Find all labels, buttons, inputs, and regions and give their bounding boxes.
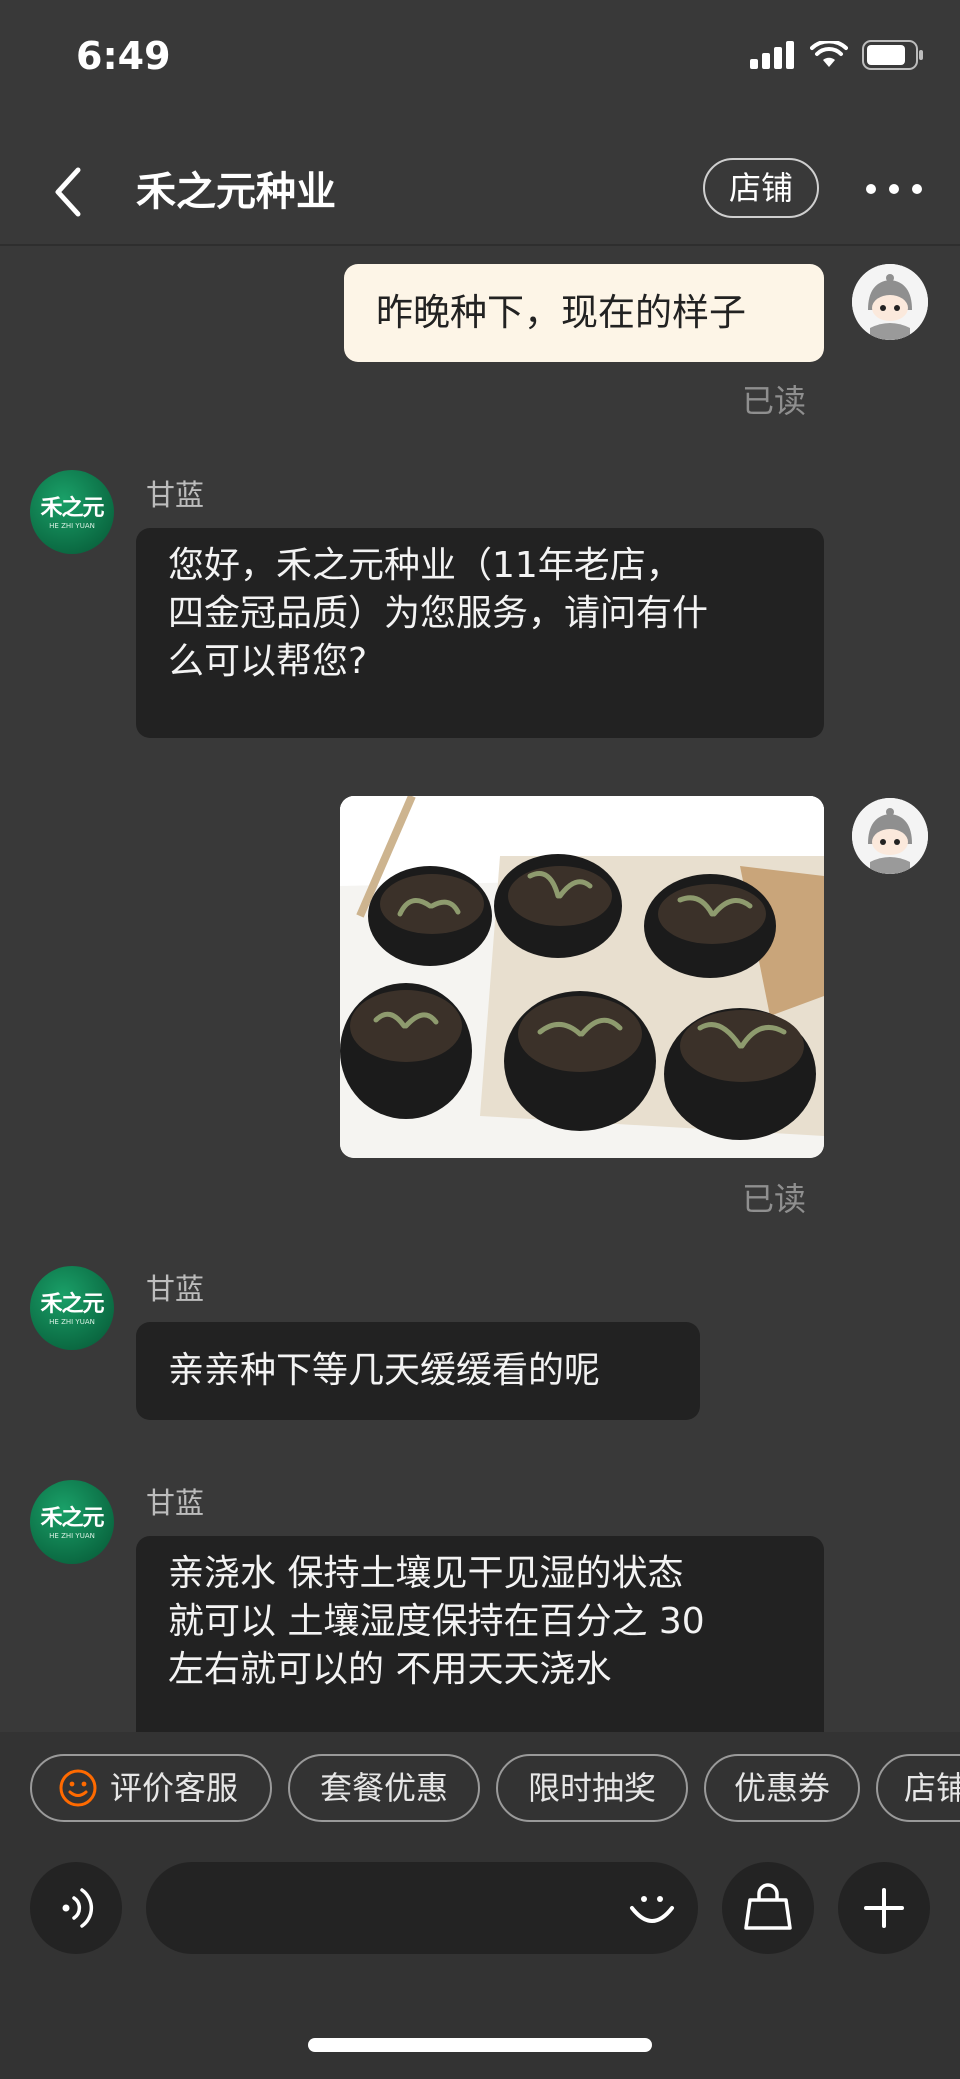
chevron-left-icon[interactable]: [48, 164, 88, 220]
home-indicator[interactable]: [308, 2038, 652, 2052]
chip-label: 限时抽奖: [527, 1769, 656, 1807]
shop-logo-text: 禾之元: [40, 495, 104, 521]
quick-actions-bar[interactable]: 评价客服 套餐优惠 限时抽奖 优惠券 店铺: [0, 1732, 960, 1844]
shopping-bag-button[interactable]: [722, 1862, 814, 1954]
chat-header: 禾之元种业 店铺: [0, 140, 960, 246]
message-line: 就可以 土壤湿度保持在百分之 30: [168, 1601, 705, 1642]
status-bar: 6:49: [0, 0, 960, 120]
avatar[interactable]: [852, 264, 928, 340]
voice-icon: [62, 1888, 94, 1928]
plus-icon: [864, 1888, 904, 1928]
chip-lucky-draw[interactable]: 限时抽奖: [496, 1754, 688, 1822]
shop-logo-subtext: HE ZHI YUAN: [49, 1532, 95, 1540]
chip-rate-service[interactable]: 评价客服: [30, 1754, 272, 1822]
message-line: 亲浇水 保持土壤见干见湿的状态: [168, 1553, 684, 1594]
shop-logo-text: 禾之元: [40, 1505, 104, 1531]
battery-icon: [862, 40, 923, 70]
message-input[interactable]: [146, 1862, 698, 1954]
message-list[interactable]: 昨晚种下，现在的样子 已读 禾之元 HE ZHI YUAN 甘蓝 您好，禾之元种…: [0, 246, 960, 1732]
chip-label: 店铺: [904, 1769, 960, 1807]
smile-icon: [59, 1769, 97, 1807]
voice-button[interactable]: [30, 1862, 122, 1954]
message-line: 么可以帮您?: [168, 641, 368, 682]
avatar[interactable]: 禾之元 HE ZHI YUAN: [30, 1480, 114, 1564]
sender-name: 甘蓝: [146, 1272, 205, 1306]
sender-name: 甘蓝: [146, 1486, 205, 1520]
message-text: 亲亲种下等几天缓缓看的呢: [168, 1350, 601, 1391]
shop-logo-subtext: HE ZHI YUAN: [49, 522, 95, 530]
avatar[interactable]: [852, 798, 928, 874]
sender-name: 甘蓝: [146, 478, 205, 512]
read-status: 已读: [742, 382, 807, 420]
add-button[interactable]: [838, 1862, 930, 1954]
chip-package-deal[interactable]: 套餐优惠: [288, 1754, 480, 1822]
user-avatar-icon: [852, 264, 928, 340]
chip-label: 评价客服: [110, 1769, 239, 1807]
status-icons: [750, 40, 924, 70]
shop-message-bubble[interactable]: 亲浇水 保持土壤见干见湿的状态 就可以 土壤湿度保持在百分之 30 左右就可以的…: [136, 1536, 824, 1732]
chip-coupon[interactable]: 优惠券: [704, 1754, 860, 1822]
seedling-photo: [340, 796, 824, 1158]
chip-shop[interactable]: 店铺: [876, 1754, 960, 1822]
wifi-icon: [810, 41, 848, 67]
chip-label: 优惠券: [733, 1769, 830, 1807]
shop-message-bubble[interactable]: 亲亲种下等几天缓缓看的呢: [136, 1322, 700, 1420]
shop-button[interactable]: 店铺: [703, 158, 819, 218]
avatar[interactable]: 禾之元 HE ZHI YUAN: [30, 1266, 114, 1350]
shop-logo-text: 禾之元: [40, 1291, 104, 1317]
message-line: 四金冠品质）为您服务，请问有什: [168, 593, 709, 634]
read-status: 已读: [742, 1180, 807, 1218]
user-avatar-icon: [852, 798, 928, 874]
shop-logo-subtext: HE ZHI YUAN: [49, 1318, 95, 1326]
my-message-bubble[interactable]: 昨晚种下，现在的样子: [344, 264, 824, 362]
shopping-bag-icon: [744, 1883, 792, 1930]
message-text: 昨晚种下，现在的样子: [376, 291, 746, 334]
message-line: 您好，禾之元种业（11年老店，: [168, 545, 682, 586]
signal-icon: [750, 41, 794, 69]
shop-message-bubble[interactable]: 您好，禾之元种业（11年老店， 四金冠品质）为您服务，请问有什 么可以帮您?: [136, 528, 824, 738]
status-time: 6:49: [76, 34, 171, 78]
message-image[interactable]: [340, 796, 824, 1158]
message-line: 左右就可以的 不用天天浇水: [168, 1649, 612, 1690]
page-title: 禾之元种业: [136, 169, 336, 215]
avatar[interactable]: 禾之元 HE ZHI YUAN: [30, 470, 114, 554]
more-dots-icon[interactable]: [866, 184, 922, 198]
chip-label: 套餐优惠: [319, 1769, 448, 1807]
smile-icon[interactable]: [626, 1882, 678, 1934]
